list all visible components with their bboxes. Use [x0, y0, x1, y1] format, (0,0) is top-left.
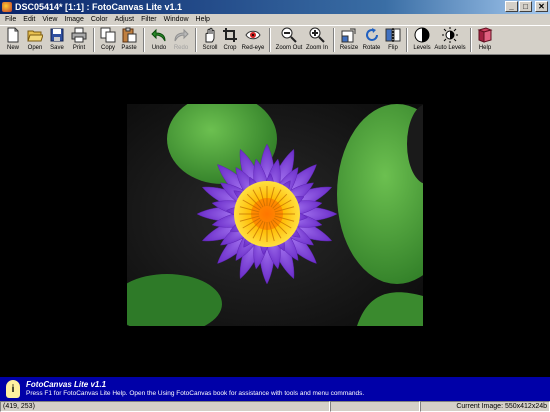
red-eye-icon: [245, 30, 261, 40]
resize-button[interactable]: Resize: [338, 26, 360, 54]
paste-clipboard-icon: [122, 27, 137, 43]
undo-arrow-icon: [151, 28, 166, 42]
water-lily-photo: [127, 104, 423, 326]
toolbar-separator: [406, 28, 408, 52]
redo-button[interactable]: Redo: [170, 26, 192, 54]
open-folder-icon: [27, 30, 43, 42]
zoom-in-button[interactable]: Zoom In: [304, 26, 330, 54]
new-document-icon: [7, 27, 19, 43]
save-button[interactable]: Save: [46, 26, 68, 54]
menu-edit[interactable]: Edit: [20, 16, 39, 23]
paste-button[interactable]: Paste: [118, 26, 140, 54]
window-title: DSC05414* [1:1] : FotoCanvas Lite v1.1: [15, 2, 183, 12]
menu-filter[interactable]: Filter: [138, 16, 161, 23]
rotate-icon: [365, 28, 378, 41]
crop-button[interactable]: Crop: [220, 26, 240, 54]
menu-file[interactable]: File: [2, 16, 20, 23]
zoom-out-icon: [281, 27, 297, 43]
flip-button[interactable]: Flip: [383, 26, 403, 54]
maximize-button[interactable]: □: [519, 1, 532, 12]
help-bar: i FotoCanvas Lite v1.1 Press F1 for Foto…: [0, 377, 550, 401]
photo-water-lily[interactable]: [127, 104, 423, 326]
crop-icon: [223, 28, 237, 42]
cursor-coordinates: (419, 253): [0, 401, 330, 412]
print-button[interactable]: Print: [68, 26, 90, 54]
menu-view[interactable]: View: [39, 16, 61, 23]
window-controls: _ □ ✕: [505, 1, 548, 12]
help-title: FotoCanvas Lite v1.1: [26, 380, 107, 389]
rotate-button[interactable]: Rotate: [360, 26, 383, 54]
copy-button[interactable]: Copy: [98, 26, 118, 54]
auto-levels-button[interactable]: Auto Levels: [433, 26, 467, 54]
redo-arrow-icon: [174, 28, 189, 42]
levels-icon: [414, 27, 430, 43]
zoom-in-icon: [309, 27, 325, 43]
toolbar-separator: [333, 28, 335, 52]
help-description: Press F1 for FotoCanvas Lite Help. Open …: [26, 390, 365, 397]
auto-levels-icon: [442, 27, 458, 43]
floppy-disk-icon: [50, 28, 64, 42]
hand-icon: [205, 27, 215, 43]
zoom-out-button[interactable]: Zoom Out: [274, 26, 304, 54]
toolbar-separator: [195, 28, 197, 52]
close-button[interactable]: ✕: [535, 1, 548, 12]
new-button[interactable]: New: [2, 26, 24, 54]
levels-button[interactable]: Levels: [411, 26, 433, 54]
minimize-button[interactable]: _: [505, 1, 518, 12]
status-bar: (419, 253) Current Image: 550x412x24b: [0, 401, 550, 412]
flip-icon: [385, 28, 401, 42]
menu-help[interactable]: Help: [193, 16, 214, 23]
copy-icon: [100, 27, 116, 43]
undo-button[interactable]: Undo: [148, 26, 170, 54]
help-button[interactable]: Help: [475, 26, 495, 54]
printer-icon: [71, 27, 87, 43]
red-eye-button[interactable]: Red-eye: [240, 26, 266, 54]
menu-bar: File Edit View Image Color Adjust Filter…: [0, 14, 550, 25]
menu-adjust[interactable]: Adjust: [112, 16, 138, 23]
menu-window[interactable]: Window: [161, 16, 193, 23]
app-icon: [2, 2, 12, 12]
help-book-icon: [477, 27, 493, 43]
toolbar: New Open Save Print Copy Paste Undo Redo…: [0, 25, 550, 55]
title-bar[interactable]: DSC05414* [1:1] : FotoCanvas Lite v1.1 _…: [0, 0, 550, 14]
image-canvas[interactable]: [0, 55, 550, 377]
menu-color[interactable]: Color: [88, 16, 112, 23]
toolbar-separator: [470, 28, 472, 52]
resize-icon: [341, 28, 356, 43]
scroll-button[interactable]: Scroll: [200, 26, 220, 54]
toolbar-separator: [269, 28, 271, 52]
toolbar-separator: [93, 28, 95, 52]
lightbulb-icon: i: [6, 380, 20, 398]
toolbar-separator: [143, 28, 145, 52]
open-button[interactable]: Open: [24, 26, 46, 54]
status-panel-empty: [330, 401, 420, 412]
current-image-info: Current Image: 550x412x24b: [420, 401, 550, 412]
menu-image[interactable]: Image: [61, 16, 87, 23]
